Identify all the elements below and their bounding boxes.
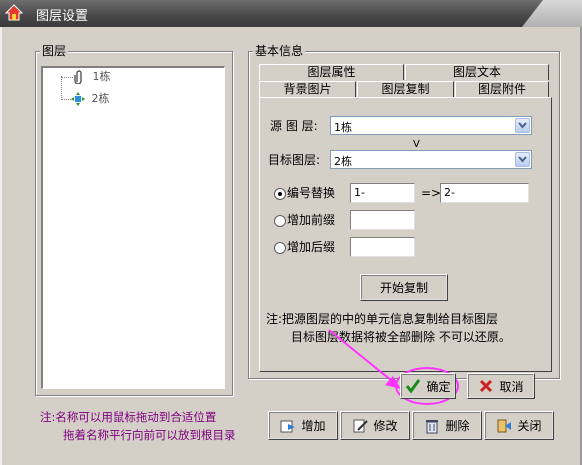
tree-item-layer-2[interactable]: 2栋 <box>71 92 110 106</box>
source-layer-value: 1栋 <box>334 121 352 134</box>
radio-number-replace[interactable] <box>274 188 286 200</box>
add-prefix-label: 增加前缀 <box>287 213 336 227</box>
info-group-legend: 基本信息 <box>253 44 306 58</box>
tree-connector <box>61 76 62 100</box>
add-label: 增加 <box>301 419 326 433</box>
source-layer-select[interactable]: 1栋 <box>330 116 532 135</box>
add-button[interactable]: 增加 <box>268 411 338 440</box>
replace-to-input[interactable]: 2- <box>440 183 529 203</box>
tree-item-label: 1栋 <box>92 70 111 83</box>
layers-group-legend: 图层 <box>40 44 69 58</box>
chevron-down-icon[interactable] <box>515 118 530 133</box>
suffix-input[interactable] <box>350 237 415 257</box>
target-layer-select[interactable]: 2栋 <box>330 150 532 169</box>
exit-door-icon <box>497 419 512 432</box>
title-bar: 图层设置 <box>0 0 582 27</box>
dialog-client: 图层 1栋 2栋 基本信息 图层属性 图层文本 背景图片 图层复制 图层附件 源… <box>0 27 582 465</box>
target-layer-value: 2栋 <box>334 155 352 168</box>
delete-icon <box>426 419 439 433</box>
radio-add-suffix[interactable] <box>274 242 286 254</box>
radio-add-prefix[interactable] <box>274 215 286 227</box>
window-title: 图层设置 <box>36 9 89 24</box>
number-replace-label: 编号替换 <box>287 186 336 200</box>
layer-move-icon <box>71 92 85 106</box>
add-suffix-label: 增加后缀 <box>287 240 336 254</box>
close-label: 关闭 <box>517 419 542 433</box>
tree-item-layer-1[interactable]: 1栋 <box>73 70 111 85</box>
source-layer-label: 源 图 层: <box>270 119 318 133</box>
tree-item-label: 2栋 <box>91 92 110 105</box>
ok-label: 确定 <box>426 379 451 394</box>
edit-label: 修改 <box>373 419 398 433</box>
target-layer-label: 目标图层: <box>268 153 321 167</box>
chevron-down-icon[interactable] <box>515 152 530 167</box>
tab-layer-copy[interactable]: 图层复制 <box>357 81 454 97</box>
cross-icon <box>480 379 493 393</box>
start-copy-button[interactable]: 开始复制 <box>360 274 448 301</box>
prefix-input[interactable] <box>350 210 415 230</box>
delete-label: 删除 <box>445 419 470 433</box>
house-app-icon <box>5 4 23 21</box>
edit-icon <box>353 419 369 432</box>
layer-tree[interactable]: 1栋 2栋 <box>41 66 225 389</box>
cancel-button[interactable]: 取消 <box>467 373 535 399</box>
drag-note-line1: 注:名称可以用鼠标拖动到合适位置 <box>40 410 217 424</box>
layers-group: 图层 1栋 2栋 <box>35 44 233 396</box>
add-icon <box>280 420 296 432</box>
start-copy-label: 开始复制 <box>379 281 428 295</box>
paperclip-icon <box>74 70 82 85</box>
ok-button[interactable]: 确定 <box>400 373 456 399</box>
tab-background-image[interactable]: 背景图片 <box>259 81 356 97</box>
drag-note-line2: 拖着名称平行向前可以放到根目录 <box>63 428 236 442</box>
copy-note-line1: 注:把源图层的中的单元信息复制给目标图层 <box>266 312 499 326</box>
delete-button[interactable]: 删除 <box>412 411 482 440</box>
cancel-label: 取消 <box>499 379 524 394</box>
replace-from-input[interactable]: 1- <box>350 183 415 203</box>
replace-arrow-text: => <box>421 186 442 200</box>
tab-layer-text[interactable]: 图层文本 <box>405 64 549 80</box>
tab-layer-properties[interactable]: 图层属性 <box>259 64 404 80</box>
tree-connector <box>61 77 73 78</box>
close-button[interactable]: 关闭 <box>484 411 554 440</box>
checkmark-icon <box>406 379 421 394</box>
titlebar-corner <box>522 0 582 27</box>
edit-button[interactable]: 修改 <box>340 411 410 440</box>
tab-layer-attachment[interactable]: 图层附件 <box>455 81 549 97</box>
